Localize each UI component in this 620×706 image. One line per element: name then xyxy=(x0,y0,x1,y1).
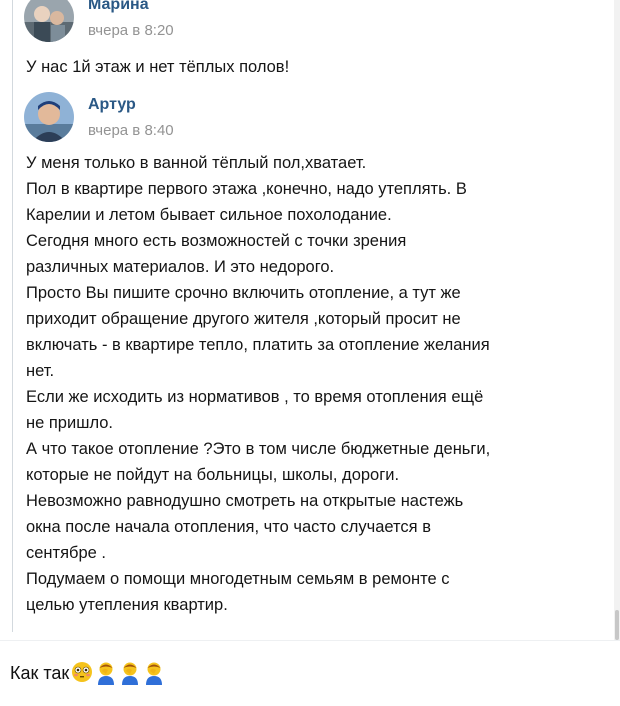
author-name[interactable]: Артур xyxy=(88,96,136,114)
text-line: А что такое отопление ?Это в том числе б… xyxy=(26,440,491,458)
text-line: окна после начала отопления, что часто с… xyxy=(26,518,431,536)
text-line: которые не пойдут на больницы, школы, до… xyxy=(26,466,400,484)
thread-divider xyxy=(12,0,13,632)
comment-marina: Марина вчера в 8:20 У нас 1й этаж и нет … xyxy=(24,0,610,82)
comment-artur: Артур вчера в 8:40 У меня только в ванно… xyxy=(24,92,610,632)
facepalm-icon xyxy=(95,661,117,685)
text-line: Карелии и летом бывает сильное похолодан… xyxy=(26,206,392,224)
text-line: Если же исходить из нормативов , то врем… xyxy=(26,388,484,406)
text-line: различных материалов. И это недорого. xyxy=(26,258,335,276)
caption-text: Как так xyxy=(10,662,70,683)
text-line: сентябре . xyxy=(26,544,107,562)
timestamp[interactable]: вчера в 8:20 xyxy=(88,22,174,39)
text-line: Подумаем о помощи многодетным семьям в р… xyxy=(26,570,450,588)
text-line: Сегодня много есть возможностей с точки … xyxy=(26,232,407,250)
text-line: не пришло. xyxy=(26,414,114,432)
facepalm-icon xyxy=(119,661,141,685)
caption-bar: Как так xyxy=(0,640,620,706)
text-line: включать - в квартире тепло, платить за … xyxy=(26,336,490,354)
timestamp[interactable]: вчера в 8:40 xyxy=(88,122,174,139)
text-line: приходит обращение другого жителя ,котор… xyxy=(26,310,461,328)
comment-text: У меня только в ванной тёплый пол,хватае… xyxy=(26,150,610,618)
avatar[interactable] xyxy=(24,0,74,42)
scrollbar-thumb[interactable] xyxy=(615,610,619,640)
author-name[interactable]: Марина xyxy=(88,0,149,14)
text-line: Невозможно равнодушно смотреть на открыт… xyxy=(26,492,464,510)
facepalm-icon xyxy=(143,661,165,685)
text-line: Просто Вы пишите срочно включить отоплен… xyxy=(26,284,461,302)
avatar[interactable] xyxy=(24,92,74,142)
text-line: нет. xyxy=(26,362,55,380)
scrollbar[interactable] xyxy=(614,0,620,640)
comment-text: У нас 1й этаж и нет тёплых полов! xyxy=(26,58,290,76)
text-line: У меня только в ванной тёплый пол,хватае… xyxy=(26,154,367,172)
text-line: Пол в квартире первого этажа ,конечно, н… xyxy=(26,180,467,198)
flushed-face-icon xyxy=(71,661,93,685)
text-line: целью утепления квартир. xyxy=(26,596,228,614)
caption: Как так xyxy=(10,661,165,685)
